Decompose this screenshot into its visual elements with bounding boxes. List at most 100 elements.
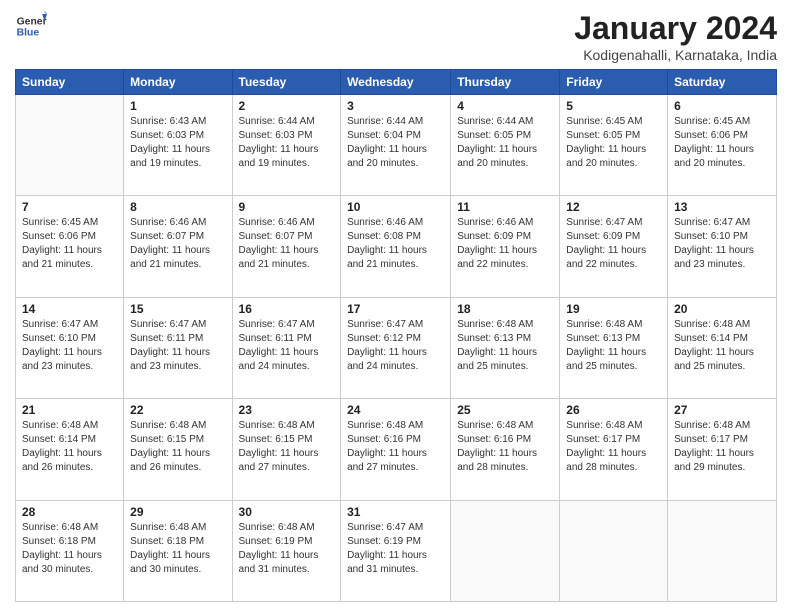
daylight-line2: and 31 minutes. bbox=[239, 563, 335, 577]
day-cell: 22Sunrise: 6:48 AMSunset: 6:15 PMDayligh… bbox=[124, 399, 232, 500]
day-number: 7 bbox=[22, 200, 117, 214]
daylight-line1: Daylight: 11 hours bbox=[566, 346, 661, 360]
weekday-header-sunday: Sunday bbox=[16, 70, 124, 95]
daylight-line1: Daylight: 11 hours bbox=[239, 549, 335, 563]
weekday-header-friday: Friday bbox=[560, 70, 668, 95]
day-cell: 9Sunrise: 6:46 AMSunset: 6:07 PMDaylight… bbox=[232, 196, 341, 297]
sunrise: Sunrise: 6:47 AM bbox=[130, 318, 225, 332]
sunset: Sunset: 6:18 PM bbox=[130, 535, 225, 549]
daylight-line2: and 23 minutes. bbox=[674, 258, 770, 272]
sunrise: Sunrise: 6:46 AM bbox=[457, 216, 553, 230]
sunrise: Sunrise: 6:48 AM bbox=[674, 318, 770, 332]
day-number: 19 bbox=[566, 302, 661, 316]
day-number: 1 bbox=[130, 99, 225, 113]
day-cell: 2Sunrise: 6:44 AMSunset: 6:03 PMDaylight… bbox=[232, 95, 341, 196]
sunset: Sunset: 6:04 PM bbox=[347, 129, 444, 143]
day-cell: 19 Sunrise: 6:48 AMSunset: 6:13 PMDayligh… bbox=[560, 297, 668, 398]
day-cell: 26Sunrise: 6:48 AMSunset: 6:17 PMDayligh… bbox=[560, 399, 668, 500]
sunset: Sunset: 6:09 PM bbox=[566, 230, 661, 244]
sunrise: Sunrise: 6:46 AM bbox=[347, 216, 444, 230]
day-number: 23 bbox=[239, 403, 335, 417]
daylight-line2: and 19 minutes. bbox=[239, 157, 335, 171]
day-number: 15 bbox=[130, 302, 225, 316]
weekday-header-tuesday: Tuesday bbox=[232, 70, 341, 95]
weekday-header-wednesday: Wednesday bbox=[341, 70, 451, 95]
day-cell: 25Sunrise: 6:48 AMSunset: 6:16 PMDayligh… bbox=[451, 399, 560, 500]
day-number: 24 bbox=[347, 403, 444, 417]
sunrise: Sunrise: 6:48 AM bbox=[457, 318, 553, 332]
daylight-line1: Daylight: 11 hours bbox=[674, 244, 770, 258]
daylight-line2: and 25 minutes. bbox=[566, 360, 661, 374]
day-cell: 21Sunrise: 6:48 AMSunset: 6:14 PMDayligh… bbox=[16, 399, 124, 500]
daylight-line1: Daylight: 11 hours bbox=[130, 244, 225, 258]
daylight-line1: Daylight: 11 hours bbox=[457, 143, 553, 157]
day-cell: 27 Sunrise: 6:48 AMSunset: 6:17 PMDayligh… bbox=[668, 399, 777, 500]
sunset: Sunset: 6:14 PM bbox=[22, 433, 117, 447]
daylight-line2: and 20 minutes. bbox=[674, 157, 770, 171]
day-number: 18 bbox=[457, 302, 553, 316]
sunset: Sunset: 6:12 PM bbox=[347, 332, 444, 346]
day-info: Sunrise: 6:44 AMSunset: 6:04 PMDaylight:… bbox=[347, 115, 444, 171]
day-info: Sunrise: 6:47 AMSunset: 6:11 PMDaylight:… bbox=[130, 318, 225, 374]
daylight-line1: Daylight: 11 hours bbox=[130, 549, 225, 563]
daylight-line2: and 23 minutes. bbox=[22, 360, 117, 374]
day-cell: 20Sunrise: 6:48 AMSunset: 6:14 PMDayligh… bbox=[668, 297, 777, 398]
day-number: 27 bbox=[674, 403, 770, 417]
day-number: 4 bbox=[457, 99, 553, 113]
daylight-line1: Daylight: 11 hours bbox=[347, 143, 444, 157]
day-cell: 11 Sunrise: 6:46 AMSunset: 6:09 PMDayligh… bbox=[451, 196, 560, 297]
day-cell: 12Sunrise: 6:47 AMSunset: 6:09 PMDayligh… bbox=[560, 196, 668, 297]
day-info: Sunrise: 6:48 AMSunset: 6:19 PMDaylight:… bbox=[239, 521, 335, 577]
daylight-line1: Daylight: 11 hours bbox=[239, 244, 335, 258]
day-info: Sunrise: 6:48 AMSunset: 6:15 PMDaylight:… bbox=[130, 419, 225, 475]
daylight-line2: and 28 minutes. bbox=[457, 461, 553, 475]
daylight-line1: Daylight: 11 hours bbox=[674, 346, 770, 360]
day-number: 11 bbox=[457, 200, 553, 214]
day-info: Sunrise: 6:46 AMSunset: 6:07 PMDaylight:… bbox=[130, 216, 225, 272]
sunset: Sunset: 6:11 PM bbox=[239, 332, 335, 346]
sunset: Sunset: 6:16 PM bbox=[457, 433, 553, 447]
daylight-line1: Daylight: 11 hours bbox=[457, 244, 553, 258]
day-info: Sunrise: 6:47 AMSunset: 6:10 PMDaylight:… bbox=[22, 318, 117, 374]
daylight-line2: and 27 minutes. bbox=[347, 461, 444, 475]
day-cell: 13Sunrise: 6:47 AMSunset: 6:10 PMDayligh… bbox=[668, 196, 777, 297]
sunrise: Sunrise: 6:48 AM bbox=[457, 419, 553, 433]
day-number: 17 bbox=[347, 302, 444, 316]
day-info: Sunrise: 6:48 AMSunset: 6:15 PMDaylight:… bbox=[239, 419, 335, 475]
day-info: Sunrise: 6:48 AMSunset: 6:18 PMDaylight:… bbox=[22, 521, 117, 577]
sunrise: Sunrise: 6:47 AM bbox=[22, 318, 117, 332]
day-info: Sunrise: 6:48 AMSunset: 6:18 PMDaylight:… bbox=[130, 521, 225, 577]
sunset: Sunset: 6:11 PM bbox=[130, 332, 225, 346]
day-info: Sunrise: 6:48 AMSunset: 6:13 PMDaylight:… bbox=[566, 318, 661, 374]
sunrise: Sunrise: 6:48 AM bbox=[674, 419, 770, 433]
daylight-line1: Daylight: 11 hours bbox=[347, 447, 444, 461]
daylight-line2: and 29 minutes. bbox=[674, 461, 770, 475]
sunset: Sunset: 6:14 PM bbox=[674, 332, 770, 346]
daylight-line2: and 20 minutes. bbox=[347, 157, 444, 171]
daylight-line2: and 30 minutes. bbox=[22, 563, 117, 577]
sunrise: Sunrise: 6:43 AM bbox=[130, 115, 225, 129]
daylight-line2: and 22 minutes. bbox=[566, 258, 661, 272]
sunset: Sunset: 6:15 PM bbox=[239, 433, 335, 447]
sunrise: Sunrise: 6:44 AM bbox=[347, 115, 444, 129]
day-cell bbox=[668, 500, 777, 601]
day-number: 31 bbox=[347, 505, 444, 519]
sunrise: Sunrise: 6:45 AM bbox=[674, 115, 770, 129]
sunset: Sunset: 6:09 PM bbox=[457, 230, 553, 244]
day-info: Sunrise: 6:48 AMSunset: 6:16 PMDaylight:… bbox=[457, 419, 553, 475]
daylight-line1: Daylight: 11 hours bbox=[674, 143, 770, 157]
day-number: 6 bbox=[674, 99, 770, 113]
day-info: Sunrise: 6:46 AMSunset: 6:07 PMDaylight:… bbox=[239, 216, 335, 272]
day-info: Sunrise: 6:47 AMSunset: 6:10 PMDaylight:… bbox=[674, 216, 770, 272]
day-number: 30 bbox=[239, 505, 335, 519]
day-info: Sunrise: 6:48 AMSunset: 6:17 PMDaylight:… bbox=[674, 419, 770, 475]
sunset: Sunset: 6:18 PM bbox=[22, 535, 117, 549]
day-cell bbox=[16, 95, 124, 196]
daylight-line2: and 27 minutes. bbox=[239, 461, 335, 475]
daylight-line2: and 21 minutes. bbox=[130, 258, 225, 272]
sunset: Sunset: 6:16 PM bbox=[347, 433, 444, 447]
logo: General Blue bbox=[15, 10, 47, 42]
sunrise: Sunrise: 6:47 AM bbox=[347, 521, 444, 535]
daylight-line1: Daylight: 11 hours bbox=[22, 346, 117, 360]
sunset: Sunset: 6:06 PM bbox=[22, 230, 117, 244]
